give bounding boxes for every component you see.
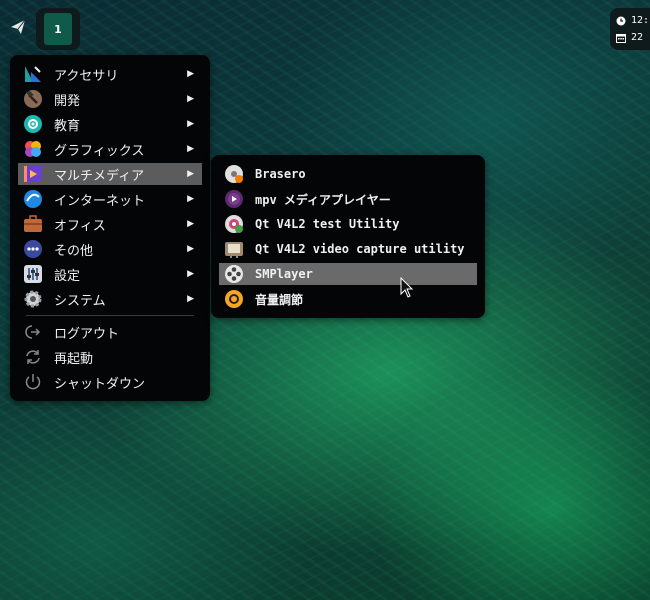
submenu-item-volume[interactable]: 音量調節 (219, 288, 477, 310)
menu-item-office[interactable]: オフィス ▶ (18, 213, 202, 235)
menu-item-label: アクセサリ (54, 68, 119, 84)
launcher-paper-plane-icon[interactable] (10, 19, 26, 35)
submenu-item-label: mpv メディアプレイヤー (255, 192, 391, 207)
submenu-arrow-icon: ▶ (187, 294, 194, 304)
reboot-icon (23, 347, 43, 367)
menu-item-label: システム (54, 293, 106, 309)
smplayer-icon (224, 264, 244, 284)
power-icon (23, 372, 43, 392)
briefcase-icon (23, 214, 43, 234)
menu-item-other[interactable]: その他 ▶ (18, 238, 202, 260)
more-icon (23, 239, 43, 259)
mouse-cursor-icon (400, 276, 414, 299)
menu-item-logout[interactable]: ログアウト (18, 321, 202, 343)
hammer-icon (23, 89, 43, 109)
menu-item-system[interactable]: システム ▶ (18, 288, 202, 310)
submenu-arrow-icon: ▶ (187, 219, 194, 229)
multimedia-submenu: Brasero mpv メディアプレイヤー Qt V4L2 test Utili… (211, 155, 485, 318)
menu-item-label: シャットダウン (54, 376, 146, 392)
application-menu: アクセサリ ▶ 開発 ▶ 教育 ▶ グラフィックス ▶ マルチメディア ▶ インターネット… (10, 55, 210, 401)
menu-item-settings[interactable]: 設定 ▶ (18, 263, 202, 285)
submenu-item-label: Qt V4L2 video capture utility (255, 242, 465, 256)
workspace-label: 1 (54, 22, 62, 36)
clock-date: 22 (631, 32, 644, 43)
education-icon (23, 114, 43, 134)
menu-item-label: インターネット (54, 193, 146, 209)
menu-item-education[interactable]: 教育 ▶ (18, 113, 202, 135)
multimedia-icon (23, 164, 43, 184)
menu-separator (26, 315, 194, 316)
accessories-icon (23, 64, 43, 84)
submenu-item-smplayer[interactable]: SMPlayer (219, 263, 477, 285)
submenu-item-qv4l2-capture[interactable]: Qt V4L2 video capture utility (219, 238, 477, 260)
workspace-switcher: 1 (36, 8, 80, 50)
settings-icon (23, 264, 43, 284)
volume-icon (224, 289, 244, 309)
submenu-arrow-icon: ▶ (187, 94, 194, 104)
menu-item-label: グラフィックス (54, 143, 145, 159)
qv4l2-icon (224, 214, 244, 234)
clock-date-row: 22 (616, 32, 643, 43)
submenu-item-label: 音量調節 (255, 292, 304, 307)
clock-widget[interactable]: 12: 22 (610, 8, 650, 50)
submenu-item-qv4l2-test[interactable]: Qt V4L2 test Utility (219, 213, 477, 235)
menu-item-label: 再起動 (54, 351, 94, 367)
menu-item-label: ログアウト (54, 326, 120, 342)
logout-icon (23, 322, 43, 342)
graphics-icon (23, 139, 43, 159)
submenu-arrow-icon: ▶ (187, 244, 194, 254)
submenu-arrow-icon: ▶ (187, 169, 194, 179)
workspace-button[interactable]: 1 (44, 13, 72, 45)
clock-time-row: 12: (616, 15, 649, 26)
tv-icon (224, 239, 244, 259)
submenu-item-label: Qt V4L2 test Utility (255, 217, 400, 231)
brasero-icon (224, 164, 244, 184)
submenu-item-label: Brasero (255, 167, 306, 181)
menu-item-internet[interactable]: インターネット ▶ (18, 188, 202, 210)
menu-item-development[interactable]: 開発 ▶ (18, 88, 202, 110)
submenu-item-mpv[interactable]: mpv メディアプレイヤー (219, 188, 477, 210)
calendar-icon (616, 33, 626, 43)
internet-icon (23, 189, 43, 209)
menu-item-shutdown[interactable]: シャットダウン (18, 371, 202, 393)
menu-item-label: 開発 (54, 93, 81, 109)
submenu-arrow-icon: ▶ (187, 144, 194, 154)
mpv-icon (224, 189, 244, 209)
clock-icon (616, 16, 626, 25)
menu-item-graphics[interactable]: グラフィックス ▶ (18, 138, 202, 160)
submenu-arrow-icon: ▶ (187, 69, 194, 79)
system-gear-icon (23, 289, 43, 309)
menu-item-multimedia[interactable]: マルチメディア ▶ (18, 163, 202, 185)
menu-item-label: オフィス (54, 218, 106, 234)
menu-item-reboot[interactable]: 再起動 (18, 346, 202, 368)
menu-item-label: その他 (54, 243, 94, 259)
submenu-item-brasero[interactable]: Brasero (219, 163, 477, 185)
submenu-arrow-icon: ▶ (187, 269, 194, 279)
submenu-arrow-icon: ▶ (187, 194, 194, 204)
submenu-item-label: SMPlayer (255, 267, 313, 281)
menu-item-label: マルチメディア (54, 168, 145, 184)
submenu-arrow-icon: ▶ (187, 119, 194, 129)
menu-item-label: 設定 (54, 268, 81, 284)
menu-item-label: 教育 (54, 118, 81, 134)
clock-time: 12: (631, 15, 650, 26)
menu-item-accessories[interactable]: アクセサリ ▶ (18, 63, 202, 85)
